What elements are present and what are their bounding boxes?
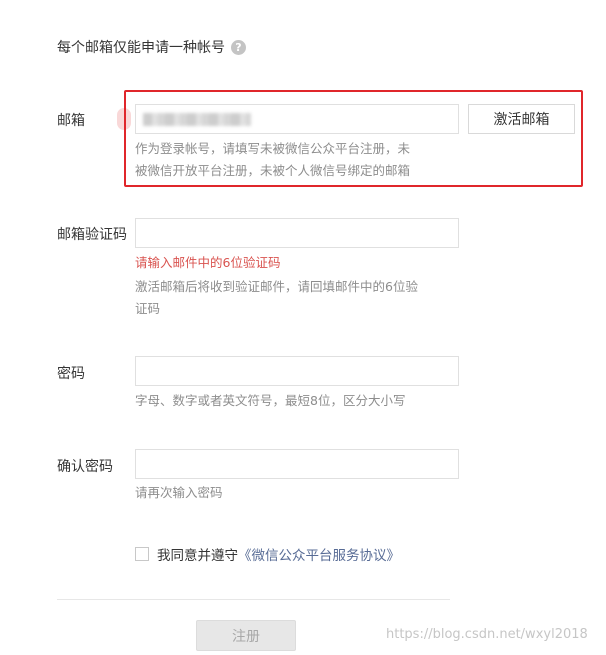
- password-input[interactable]: [135, 356, 459, 386]
- confirm-password-label: 确认密码: [57, 459, 113, 475]
- watermark: https://blog.csdn.net/wxyl2018: [386, 627, 588, 642]
- register-button[interactable]: 注册: [196, 620, 296, 651]
- divider: [57, 599, 450, 600]
- code-hint-line1: 激活邮箱后将收到验证邮件，请回填邮件中的6位验: [135, 279, 418, 294]
- notice-line: 每个邮箱仅能申请一种帐号 ?: [57, 37, 246, 57]
- code-input[interactable]: [135, 218, 459, 248]
- question-circle-icon[interactable]: ?: [231, 39, 246, 55]
- highlight-box: [124, 90, 583, 187]
- code-error: 请输入邮件中的6位验证码: [135, 255, 281, 270]
- notice-text: 每个邮箱仅能申请一种帐号: [57, 40, 225, 56]
- email-label: 邮箱: [57, 113, 85, 129]
- agreement-row: 我同意并遵守 《微信公众平台服务协议》: [135, 544, 400, 564]
- agreement-text: 我同意并遵守: [157, 548, 238, 564]
- code-hint: 激活邮箱后将收到验证邮件，请回填邮件中的6位验 证码: [135, 276, 418, 320]
- code-label: 邮箱验证码: [57, 227, 127, 243]
- agreement-checkbox[interactable]: [135, 547, 149, 561]
- confirm-password-input[interactable]: [135, 449, 459, 479]
- password-label: 密码: [57, 366, 85, 382]
- agreement-link[interactable]: 《微信公众平台服务协议》: [238, 544, 400, 564]
- confirm-password-hint: 请再次输入密码: [135, 485, 223, 500]
- password-hint: 字母、数字或者英文符号，最短8位，区分大小写: [135, 393, 406, 408]
- code-hint-line2: 证码: [135, 301, 161, 316]
